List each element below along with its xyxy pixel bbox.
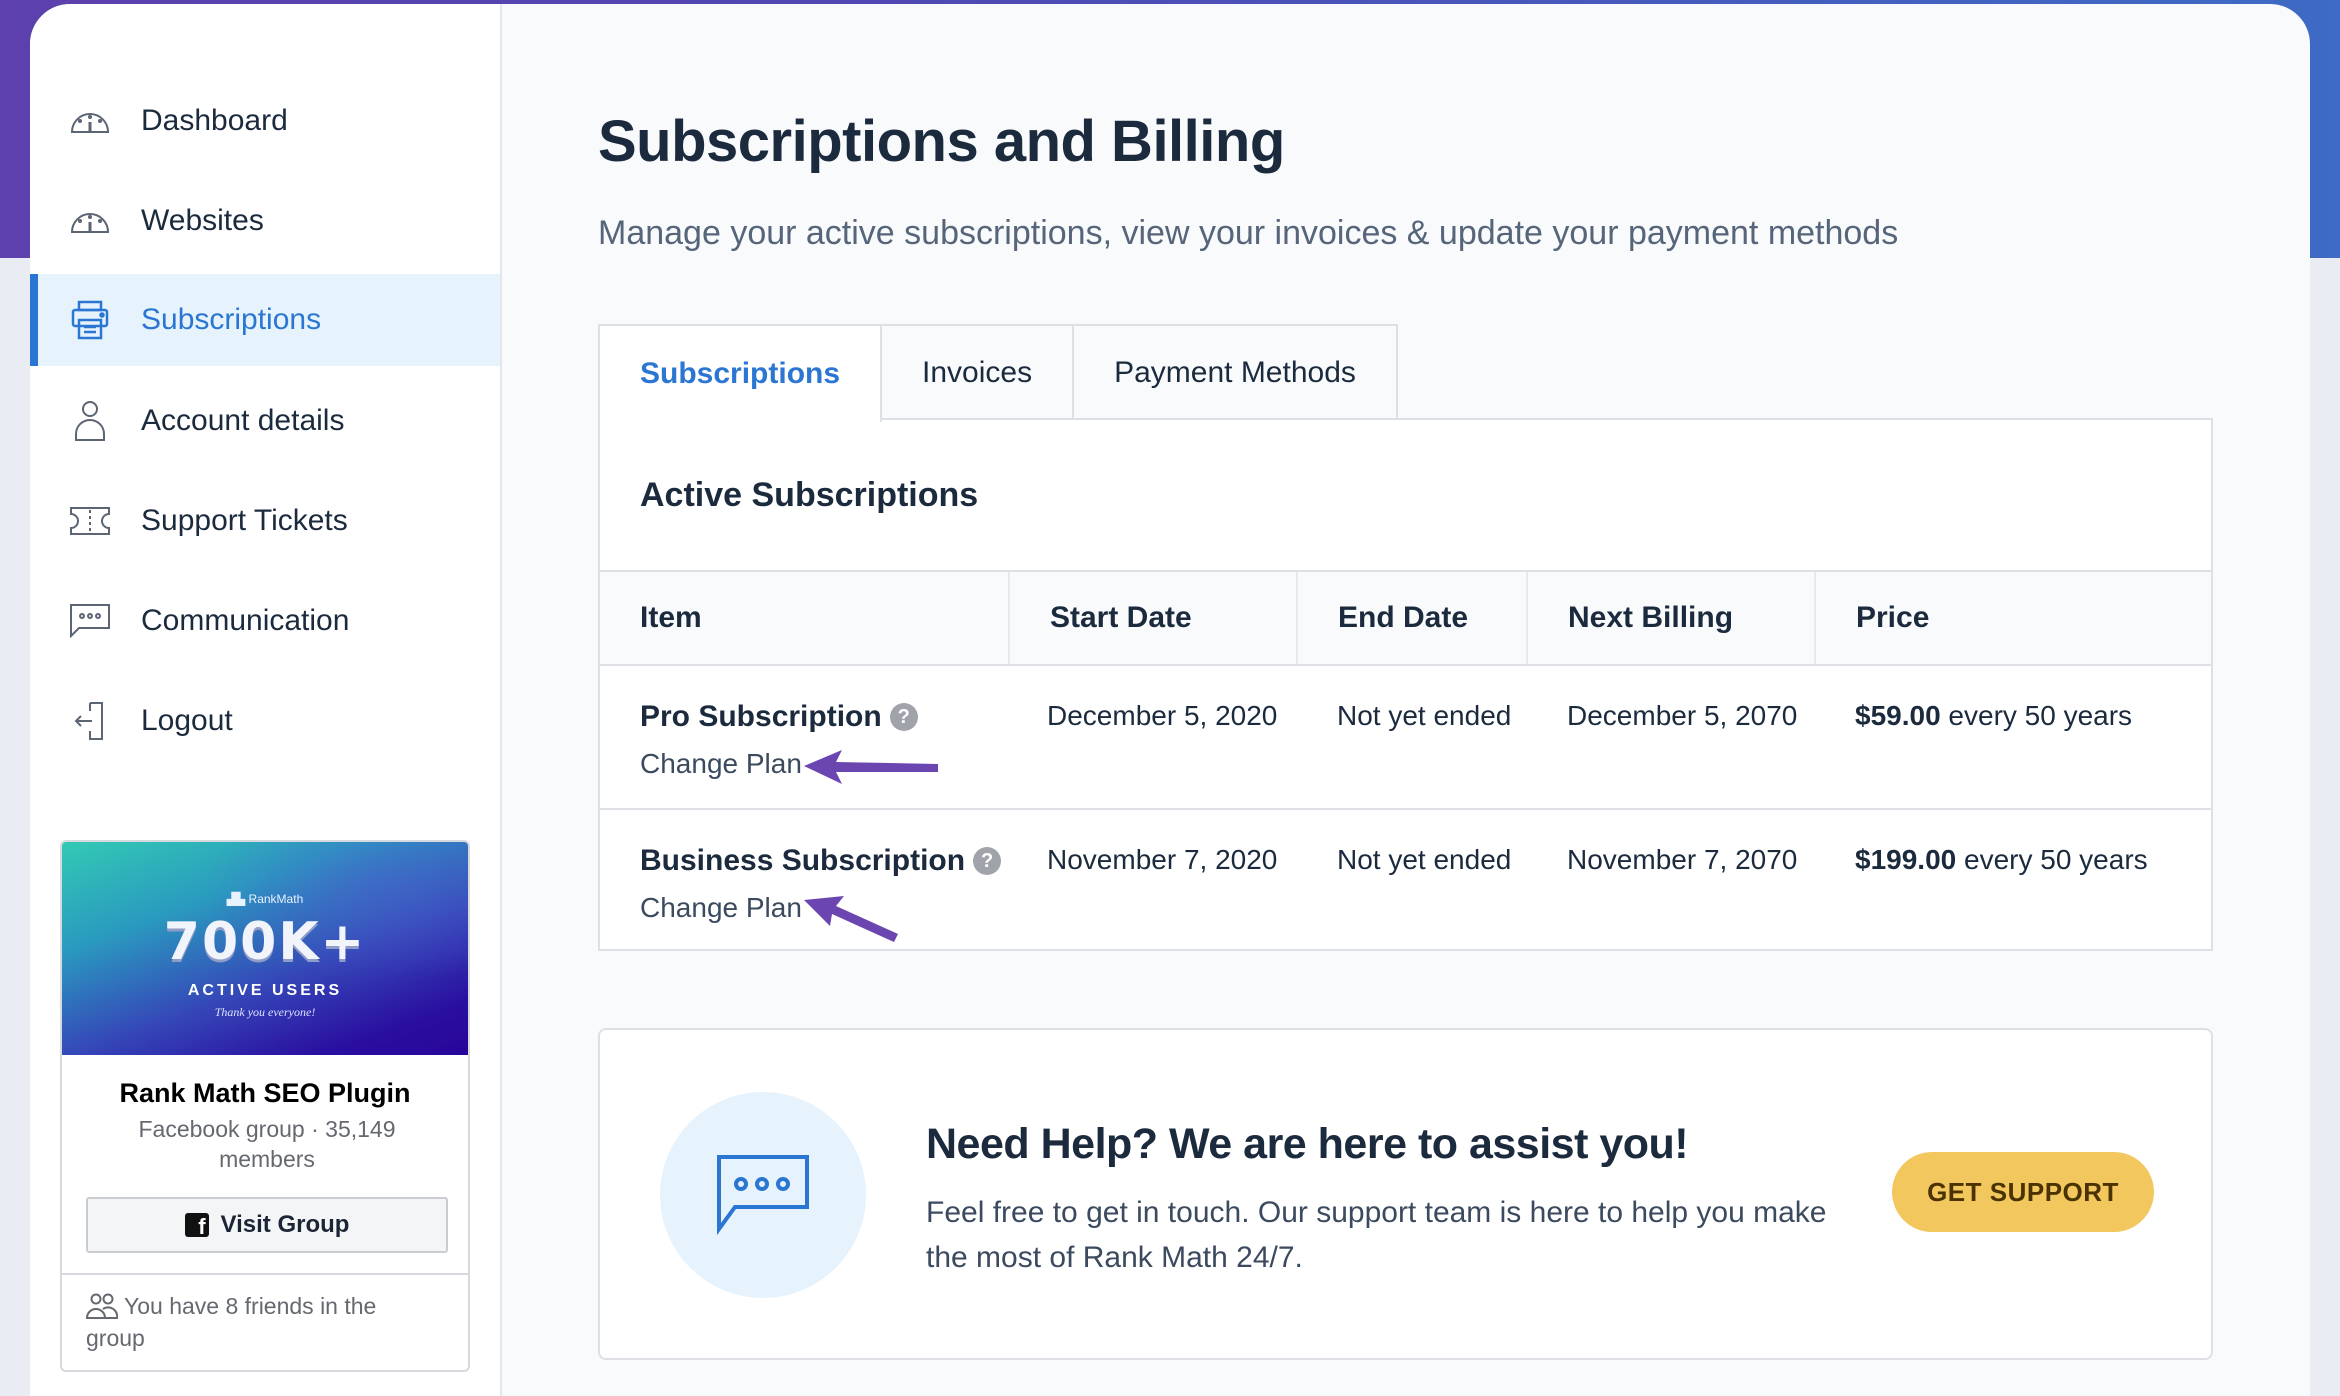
subscriptions-table: Item Start Date End Date Next Billing Pr… [600, 570, 2211, 953]
tab-payment-methods[interactable]: Payment Methods [1074, 324, 1398, 420]
column-header-end-date: End Date [1296, 570, 1527, 666]
column-header-item: Item [600, 570, 1009, 666]
sidebar-item-label: Account details [141, 404, 345, 437]
price-amount: $199.00 [1855, 844, 1957, 875]
cell-end-date: Not yet ended [1297, 665, 1527, 810]
page-title: Subscriptions and Billing [598, 109, 1285, 174]
divider [62, 1273, 468, 1275]
cell-start-date: November 7, 2020 [1047, 844, 1278, 875]
visit-group-label: Visit Group [220, 1211, 350, 1238]
tab-subscriptions[interactable]: Subscriptions [598, 324, 883, 422]
help-card: Need Help? We are here to assist you! Fe… [598, 1028, 2213, 1360]
help-question-icon[interactable]: ? [889, 703, 918, 731]
facebook-group-widget: ▟▙ RankMath 700K+ ACTIVE USERS Thank you… [60, 840, 470, 1372]
table-header-row: Item Start Date End Date Next Billing Pr… [600, 570, 2211, 666]
visit-group-button[interactable]: f Visit Group [86, 1197, 448, 1253]
user-icon [68, 399, 112, 443]
price-amount: $59.00 [1855, 700, 1941, 731]
tab-invoices[interactable]: Invoices [882, 324, 1075, 420]
dashboard-gauge-icon [68, 99, 112, 143]
facebook-group-name[interactable]: Rank Math SEO Plugin [62, 1078, 468, 1109]
facebook-group-meta: Facebook group · 35,149 members [138, 1116, 396, 1172]
table-row: Business Subscription ? Change Plan Nove… [600, 809, 2211, 953]
banner-tagline: Thank you everyone! [214, 1005, 316, 1019]
subscription-name: Business Subscription ? [640, 844, 1002, 878]
sidebar-item-support-tickets[interactable]: Support Tickets [30, 475, 500, 567]
sidebar-item-label: Logout [141, 704, 233, 737]
price-period: every 50 years [1940, 700, 2133, 731]
rankmath-logo: ▟▙ RankMath [226, 892, 304, 906]
active-subscriptions-heading: Active Subscriptions [640, 476, 979, 514]
subscription-name: Pro Subscription ? [640, 700, 918, 734]
column-header-next-billing: Next Billing [1526, 570, 1815, 666]
help-title: Need Help? We are here to assist you! [926, 1120, 1689, 1168]
cell-end-date: Not yet ended [1337, 844, 1512, 875]
table-row: Pro Subscription ? Change Plan December … [600, 665, 2211, 810]
logout-icon [68, 699, 112, 743]
cell-item: Pro Subscription ? Change Plan [600, 665, 1009, 810]
sidebar-item-dashboard[interactable]: Dashboard [30, 75, 500, 167]
sidebar: Dashboard Websites Subscriptions Account… [30, 4, 502, 1396]
facebook-group-banner[interactable]: ▟▙ RankMath 700K+ ACTIVE USERS Thank you… [62, 842, 468, 1055]
price-period: every 50 years [1956, 844, 2148, 875]
sidebar-item-account-details[interactable]: Account details [30, 375, 500, 467]
subscriptions-panel: Active Subscriptions Item Start Date End… [598, 418, 2213, 951]
app-window: Dashboard Websites Subscriptions Account… [30, 4, 2310, 1396]
sidebar-item-label: Websites [141, 204, 264, 237]
cell-price: $59.00 every 50 years [1815, 665, 2211, 810]
rankmath-logo-icon: ▟▙ [226, 892, 249, 906]
sidebar-item-label: Communication [141, 604, 350, 637]
help-question-icon[interactable]: ? [973, 847, 1002, 875]
friends-icon [85, 1293, 119, 1319]
cell-start-date: December 5, 2020 [1009, 665, 1297, 810]
get-support-button[interactable]: GET SUPPORT [1892, 1152, 2154, 1232]
cell-item: Business Subscription ? Change Plan [600, 809, 1009, 953]
sidebar-item-label: Dashboard [141, 104, 288, 137]
printer-icon [68, 298, 112, 342]
annotation-arrow-icon [803, 896, 898, 942]
facebook-icon: f [184, 1213, 209, 1237]
page-subtitle: Manage your active subscriptions, view y… [598, 214, 1899, 252]
friends-in-group: You have 8 friends in the group [85, 1293, 377, 1351]
change-plan-link[interactable]: Change Plan [640, 748, 938, 784]
cell-next-billing: November 7, 2070 [1567, 844, 1798, 875]
change-plan-link[interactable]: Change Plan [640, 892, 898, 942]
sidebar-item-communication[interactable]: Communication [30, 575, 500, 667]
sidebar-item-label: Subscriptions [141, 303, 322, 336]
tab-bar: Subscriptions Invoices Payment Methods [598, 324, 1398, 422]
cell-price: $199.00 every 50 years [1815, 809, 2211, 953]
banner-subheadline: ACTIVE USERS [187, 982, 343, 999]
column-header-start-date: Start Date [1008, 570, 1297, 666]
help-text: Feel free to get in touch. Our support t… [926, 1196, 1827, 1274]
sidebar-item-label: Support Tickets [141, 504, 348, 537]
sidebar-item-websites[interactable]: Websites [30, 175, 500, 267]
help-icon-circle [660, 1092, 866, 1298]
banner-headline: 700K+ [163, 912, 367, 972]
chat-bubble-icon [717, 1155, 809, 1235]
ticket-icon [68, 499, 112, 543]
chat-bubble-icon [68, 599, 112, 643]
annotation-arrow-icon [803, 750, 938, 784]
column-header-price: Price [1814, 570, 2211, 666]
sidebar-item-logout[interactable]: Logout [30, 675, 500, 767]
websites-gauge-icon [68, 199, 112, 243]
sidebar-item-subscriptions[interactable]: Subscriptions [30, 274, 500, 366]
cell-next-billing: December 5, 2070 [1527, 665, 1815, 810]
